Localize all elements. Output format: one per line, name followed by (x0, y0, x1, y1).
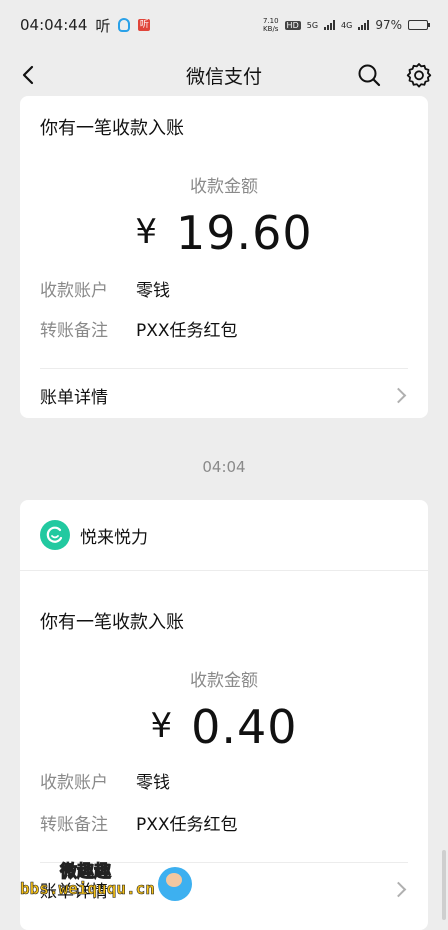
signal-icon-2 (358, 20, 370, 30)
account-row: 收款账户 零钱 (40, 768, 170, 793)
merchant-logo-icon (40, 520, 70, 550)
battery-icon (408, 20, 430, 30)
merchant-header[interactable]: 悦来悦力 (40, 520, 148, 550)
net-speed: 7.10 KB/s (262, 17, 279, 33)
nav-bar: 微信支付 (0, 50, 448, 100)
red-app-icon: 听 (138, 19, 151, 31)
hd-icon: HD (284, 20, 301, 30)
battery-percent: 97% (375, 18, 402, 32)
4g-label: 4G (341, 20, 353, 30)
amount-value: 19.60 (175, 206, 313, 260)
note-key: 转账备注 (40, 321, 108, 341)
mascot-icon (158, 867, 192, 901)
merchant-name: 悦来悦力 (80, 527, 148, 548)
chevron-right-icon (390, 881, 407, 898)
search-icon[interactable] (354, 60, 384, 90)
card-heading: 你有一笔收款入账 (40, 118, 184, 139)
ting-app-icon: 听 (95, 16, 111, 35)
account-key: 收款账户 (40, 281, 108, 301)
scrollbar-thumb[interactable] (442, 850, 446, 920)
status-bar: 04:04:44 听 听 7.10 KB/s HD 5G 4G 97% (0, 0, 448, 50)
qq-icon (118, 18, 131, 32)
5g-label: 5G (306, 20, 319, 30)
amount-label: 收款金额 (190, 671, 258, 691)
chevron-right-icon (390, 387, 407, 404)
watermark-logo: 微趣趣 bbs.weiququ.cn (20, 855, 200, 910)
account-value: 零钱 (136, 773, 170, 793)
divider (40, 368, 408, 369)
currency-symbol: ¥ (135, 212, 158, 252)
note-row: 转账备注 PXX任务红包 (40, 316, 238, 341)
amount-value: 0.40 (191, 700, 298, 754)
amount-label: 收款金额 (190, 177, 258, 197)
note-value: PXX任务红包 (136, 815, 238, 835)
note-key: 转账备注 (40, 815, 108, 835)
gear-icon[interactable] (404, 60, 434, 90)
note-value: PXX任务红包 (136, 321, 238, 341)
note-row: 转账备注 PXX任务红包 (40, 810, 238, 835)
card-heading: 你有一笔收款入账 (40, 612, 184, 633)
amount: ¥19.60 (20, 206, 428, 260)
account-row: 收款账户 零钱 (40, 276, 170, 301)
back-arrow-icon[interactable] (14, 60, 44, 90)
signal-icon (324, 20, 336, 30)
payment-card-1: 你有一笔收款入账 收款金额 ¥19.60 收款账户 零钱 转账备注 PXX任务红… (20, 96, 428, 418)
merchant-divider (20, 570, 428, 571)
bill-detail-link[interactable]: 账单详情 (40, 383, 408, 408)
amount: ¥0.40 (20, 700, 428, 754)
clock: 04:04:44 (20, 16, 88, 34)
bill-detail-label: 账单详情 (40, 388, 108, 408)
message-timestamp: 04:04 (202, 458, 246, 476)
currency-symbol: ¥ (150, 706, 174, 746)
account-value: 零钱 (136, 281, 170, 301)
watermark-url: bbs.weiququ.cn (20, 879, 155, 899)
account-key: 收款账户 (40, 773, 108, 793)
